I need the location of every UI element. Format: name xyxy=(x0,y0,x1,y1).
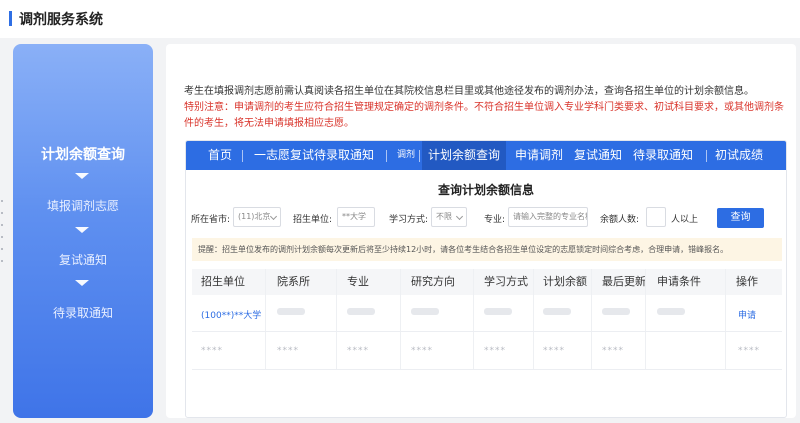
nav-plan-balance[interactable]: 计划余额查询 xyxy=(422,141,507,170)
chevron-down-icon xyxy=(269,212,278,221)
top-nav: 首页 一志愿复试待录取通知 调剂 计划余额查询 申请调剂 复试通知 待录取通知 … xyxy=(186,141,786,170)
nav-divider xyxy=(242,150,243,162)
column-header: 操作 xyxy=(736,275,758,288)
table-header: 招生单位 院系所 专业 研究方向 学习方式 计划余额 最后更新 申请条件 操作 xyxy=(192,269,782,295)
study-mode-select[interactable]: 不限 xyxy=(431,207,467,227)
query-panel: 首页 一志愿复试待录取通知 调剂 计划余额查询 申请调剂 复试通知 待录取通知 … xyxy=(185,140,787,418)
unit-label: 招生单位: xyxy=(293,215,333,225)
major-placeholder: 请输入完整的专业名称 xyxy=(513,212,588,221)
filter-bar: 所在省市: (11)北京 招生单位: **大学 学习方式: 不限 专业: 请输入… xyxy=(186,207,786,229)
study-mode-value: 不限 xyxy=(436,212,452,221)
masked-cell: **** xyxy=(201,346,223,356)
column-header: 计划余额 xyxy=(543,275,587,288)
column-header: 招生单位 xyxy=(201,275,245,288)
remaining-suffix: 人以上 xyxy=(671,215,699,225)
blurred-cell xyxy=(411,308,439,318)
chevron-down-icon xyxy=(455,212,464,221)
chevron-down-icon xyxy=(75,227,89,233)
masked-cell: **** xyxy=(738,346,760,356)
sidebar: 计划余额查询 填报调剂志愿 复试通知 待录取通知 xyxy=(13,44,153,418)
nav-initial-scores[interactable]: 初试成绩 xyxy=(715,141,763,170)
scroll-indicator xyxy=(1,200,3,270)
main-content: 考生在填报调剂志愿前需认真阅读各招生单位在其院校信息栏目里或其他途径发布的调剂办… xyxy=(166,44,796,418)
sidebar-item-retest-notice[interactable]: 复试通知 xyxy=(13,251,153,268)
nav-divider xyxy=(706,150,707,162)
notice-banner: 提醒：招生单位发布的调剂计划余额每次更新后将至少持续12小时，请各位考生结合各招… xyxy=(192,238,782,261)
masked-cell: **** xyxy=(543,346,565,356)
column-header: 学习方式 xyxy=(484,275,528,288)
blurred-cell xyxy=(277,308,305,318)
apply-link[interactable]: 申请 xyxy=(738,308,756,321)
table-row: (100**)**大学 申请 xyxy=(192,295,782,332)
page-header: 调剂服务系统 xyxy=(0,0,800,38)
masked-cell: **** xyxy=(347,346,369,356)
masked-cell: **** xyxy=(277,346,299,356)
column-header: 最后更新 xyxy=(602,275,646,288)
province-value: (11)北京 xyxy=(238,212,271,221)
major-label: 专业: xyxy=(484,215,506,225)
province-select[interactable]: (11)北京 xyxy=(233,207,281,227)
remaining-label: 余额人数: xyxy=(600,215,640,225)
nav-admission-notice[interactable]: 待录取通知 xyxy=(633,141,693,170)
nav-divider xyxy=(386,150,387,162)
chevron-down-icon xyxy=(75,173,89,179)
blurred-cell xyxy=(543,308,571,318)
blurred-cell xyxy=(347,308,375,318)
masked-cell: **** xyxy=(411,346,433,356)
nav-adjustment[interactable]: 调剂 xyxy=(397,141,415,170)
unit-link[interactable]: (100**)**大学 xyxy=(201,308,261,321)
query-title: 查询计划余额信息 xyxy=(437,183,534,197)
table-row: **** **** **** **** **** **** **** **** xyxy=(192,333,782,370)
column-header: 院系所 xyxy=(277,275,310,288)
study-mode-label: 学习方式: xyxy=(389,215,429,225)
nav-retest-notice[interactable]: 复试通知 xyxy=(574,141,622,170)
blurred-cell xyxy=(602,308,630,318)
page-title: 调剂服务系统 xyxy=(19,12,103,28)
major-input[interactable]: 请输入完整的专业名称 xyxy=(508,207,588,227)
search-button[interactable]: 查询 xyxy=(717,208,764,228)
nav-first-choice-notice[interactable]: 一志愿复试待录取通知 xyxy=(254,141,374,170)
blurred-cell xyxy=(484,308,512,318)
unit-input[interactable]: **大学 xyxy=(337,207,375,227)
masked-cell: **** xyxy=(484,346,506,356)
sidebar-item-plan-balance[interactable]: 计划余额查询 xyxy=(13,144,153,164)
nav-home[interactable]: 首页 xyxy=(208,141,232,170)
masked-cell: **** xyxy=(602,346,624,356)
warning-text: 特别注意：申请调剂的考生应符合招生管理规定确定的调剂条件。不符合招生单位调入专业… xyxy=(184,102,784,129)
nav-divider xyxy=(419,150,420,162)
column-header: 研究方向 xyxy=(411,275,455,288)
nav-apply-adjustment[interactable]: 申请调剂 xyxy=(515,141,563,170)
sidebar-item-admission-notice[interactable]: 待录取通知 xyxy=(13,304,153,321)
column-header: 申请条件 xyxy=(657,275,701,288)
intro-text: 考生在填报调剂志愿前需认真阅读各招生单位在其院校信息栏目里或其他途径发布的调剂办… xyxy=(184,86,754,97)
remaining-input[interactable] xyxy=(646,207,666,227)
blurred-cell xyxy=(657,308,685,318)
chevron-down-icon xyxy=(75,280,89,286)
header-accent-bar xyxy=(9,11,12,26)
province-label: 所在省市: xyxy=(191,215,231,225)
sidebar-item-fill-application[interactable]: 填报调剂志愿 xyxy=(13,197,153,214)
column-header: 专业 xyxy=(347,275,369,288)
unit-value: **大学 xyxy=(342,212,366,221)
